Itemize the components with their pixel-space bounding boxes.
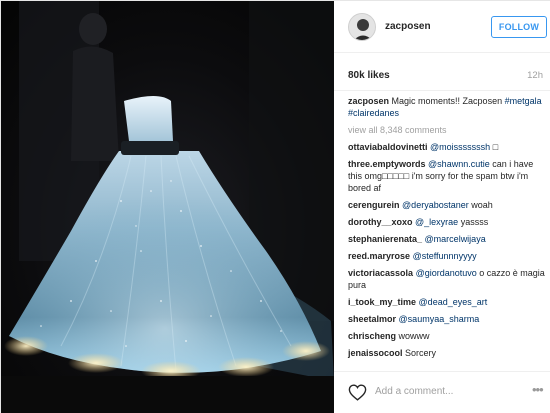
likes-count[interactable]: 80k likes [348, 70, 390, 81]
comment-row: cerengurein @deryabostaner woah [348, 199, 546, 211]
post-header: zacposen FOLLOW [334, 1, 550, 53]
comment-text: @saumyaa_sharma [398, 314, 480, 324]
add-comment-input[interactable]: Add a comment... [375, 386, 453, 397]
comment-row: reed.maryrose @steffunnnyyyy [348, 250, 546, 262]
comment-text: wowww [398, 331, 430, 341]
comment-row: ottaviabaldovinetti @moisssssssh □ [348, 141, 546, 153]
comment-text: @steffunnnyyyy [412, 251, 477, 261]
avatar[interactable] [348, 13, 376, 41]
post-timestamp: 12h [527, 70, 543, 81]
username-link[interactable]: zacposen [385, 21, 431, 32]
follow-button[interactable]: FOLLOW [491, 16, 547, 38]
glowing-gown-image [1, 1, 334, 413]
comment-row: chrischeng wowww [348, 330, 546, 342]
comment-row: victoriacassola @giordanotuvo o cazzo è … [348, 267, 546, 291]
comment-text: @moisssssssh □ [430, 142, 499, 152]
comment-username[interactable]: sheetalmor [348, 314, 396, 324]
comment-username[interactable]: chrischeng [348, 331, 396, 341]
caption: zacposen Magic moments!! Zacposen #metga… [348, 95, 546, 119]
comment-text: @_lexyrae yassss [415, 217, 489, 227]
comments-list: zacposen Magic moments!! Zacposen #metga… [348, 95, 546, 364]
comment-username[interactable]: cerengurein [348, 200, 400, 210]
caption-username[interactable]: zacposen [348, 96, 389, 106]
comment-username[interactable]: dorothy__xoxo [348, 217, 413, 227]
comment-username[interactable]: reed.maryrose [348, 251, 410, 261]
comment-text: Sorcery [405, 348, 437, 358]
heart-icon[interactable] [348, 384, 367, 401]
post-sidebar: zacposen FOLLOW 80k likes 12h zacposen M… [334, 1, 550, 413]
comment-row: stephanierenata_ @marcelwijaya [348, 233, 546, 245]
comment-username[interactable]: victoriacassola [348, 268, 413, 278]
comment-username[interactable]: stephanierenata_ [348, 234, 422, 244]
more-options-icon[interactable]: ••• [532, 383, 544, 396]
comment-username[interactable]: ottaviabaldovinetti [348, 142, 428, 152]
caption-text: Magic moments!! Zacposen [391, 96, 503, 106]
comment-row: jenaissocool Sorcery [348, 347, 546, 359]
comment-username[interactable]: jenaissocool [348, 348, 403, 358]
comment-text: @deryabostaner woah [402, 200, 493, 210]
comment-text: @dead_eyes_art [418, 297, 488, 307]
comment-row: i_took_my_time @dead_eyes_art [348, 296, 546, 308]
comment-row: three.emptywords @shawnn.cutie can i hav… [348, 158, 546, 194]
view-all-comments-link[interactable]: view all 8,348 comments [348, 124, 546, 136]
post-meta: 80k likes 12h [334, 53, 550, 91]
comment-row: sheetalmor @saumyaa_sharma [348, 313, 546, 325]
post-photo[interactable] [1, 1, 334, 413]
comment-username[interactable]: three.emptywords [348, 159, 426, 169]
comment-footer: Add a comment... ••• [334, 371, 550, 413]
comment-text: @marcelwijaya [424, 234, 486, 244]
comment-row: dorothy__xoxo @_lexyrae yassss [348, 216, 546, 228]
comment-username[interactable]: i_took_my_time [348, 297, 416, 307]
instagram-post-card: zacposen FOLLOW 80k likes 12h zacposen M… [0, 0, 550, 413]
